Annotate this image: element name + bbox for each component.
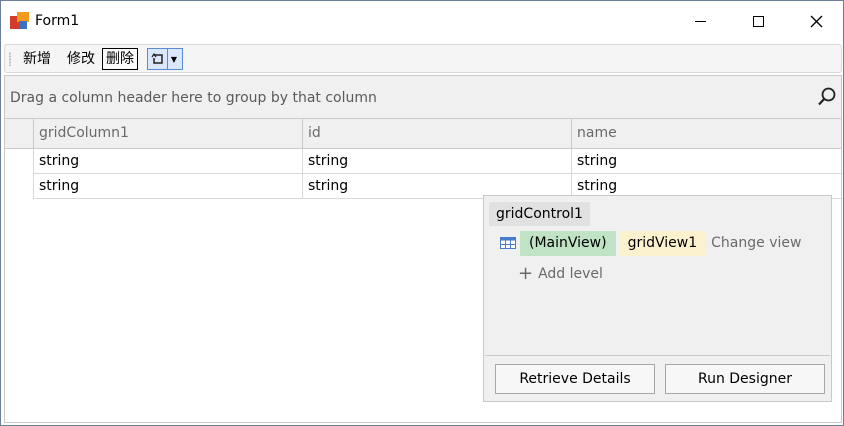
add-level-button[interactable]: + Add level (518, 264, 603, 284)
form-window: Form1 新增 修改 删除 ▼ Drag a column header he… (0, 0, 844, 426)
app-logo-icon (10, 12, 30, 30)
close-icon (810, 15, 822, 27)
column-header-gridcolumn1[interactable]: gridColumn1 (33, 119, 302, 148)
group-panel-hint: Drag a column header here to group by th… (10, 90, 377, 106)
table-row[interactable]: string string string (33, 149, 843, 174)
retrieve-details-button[interactable]: Retrieve Details (495, 364, 655, 394)
column-header-name[interactable]: name (571, 119, 841, 148)
level-row: (MainView) gridView1 Change view (500, 230, 801, 256)
grid-control-label[interactable]: gridControl1 (489, 202, 590, 226)
grid-view-icon (500, 237, 516, 249)
refresh-icon (149, 50, 167, 68)
toolbar-combo-button[interactable]: ▼ (147, 48, 183, 70)
search-icon[interactable] (817, 87, 837, 107)
grid-cell[interactable]: string (571, 149, 843, 173)
close-button[interactable] (787, 1, 844, 41)
grid-cell[interactable]: string (33, 174, 302, 198)
minimize-icon (694, 20, 706, 22)
add-button[interactable]: 新增 (19, 48, 55, 70)
maximize-button[interactable] (729, 1, 787, 41)
toolbar: 新增 修改 删除 ▼ (4, 44, 842, 73)
grid-header: gridColumn1 id name (4, 119, 842, 149)
delete-button[interactable]: 删除 (102, 48, 138, 70)
group-panel[interactable]: Drag a column header here to group by th… (4, 75, 842, 119)
edit-button[interactable]: 修改 (63, 48, 99, 70)
grid-designer-popup: gridControl1 (MainView) gridView1 Change… (483, 195, 832, 402)
row-indicator-header[interactable] (5, 119, 33, 148)
grid-cell[interactable]: string (33, 149, 302, 173)
minimize-button[interactable] (671, 1, 729, 41)
designer-divider (485, 355, 830, 356)
toolbar-grip[interactable] (9, 52, 11, 66)
window-title: Form1 (35, 13, 80, 29)
add-level-label: Add level (538, 266, 603, 282)
maximize-icon (752, 15, 764, 27)
run-designer-button[interactable]: Run Designer (665, 364, 825, 394)
chevron-down-icon[interactable]: ▼ (167, 49, 180, 69)
column-header-id[interactable]: id (302, 119, 571, 148)
grid-view-button[interactable]: gridView1 (619, 230, 706, 256)
grid-cell[interactable]: string (302, 149, 571, 173)
main-view-button[interactable]: (MainView) (520, 230, 616, 256)
change-view-link[interactable]: Change view (711, 235, 801, 251)
plus-icon: + (518, 263, 534, 284)
title-bar[interactable]: Form1 (1, 1, 843, 41)
